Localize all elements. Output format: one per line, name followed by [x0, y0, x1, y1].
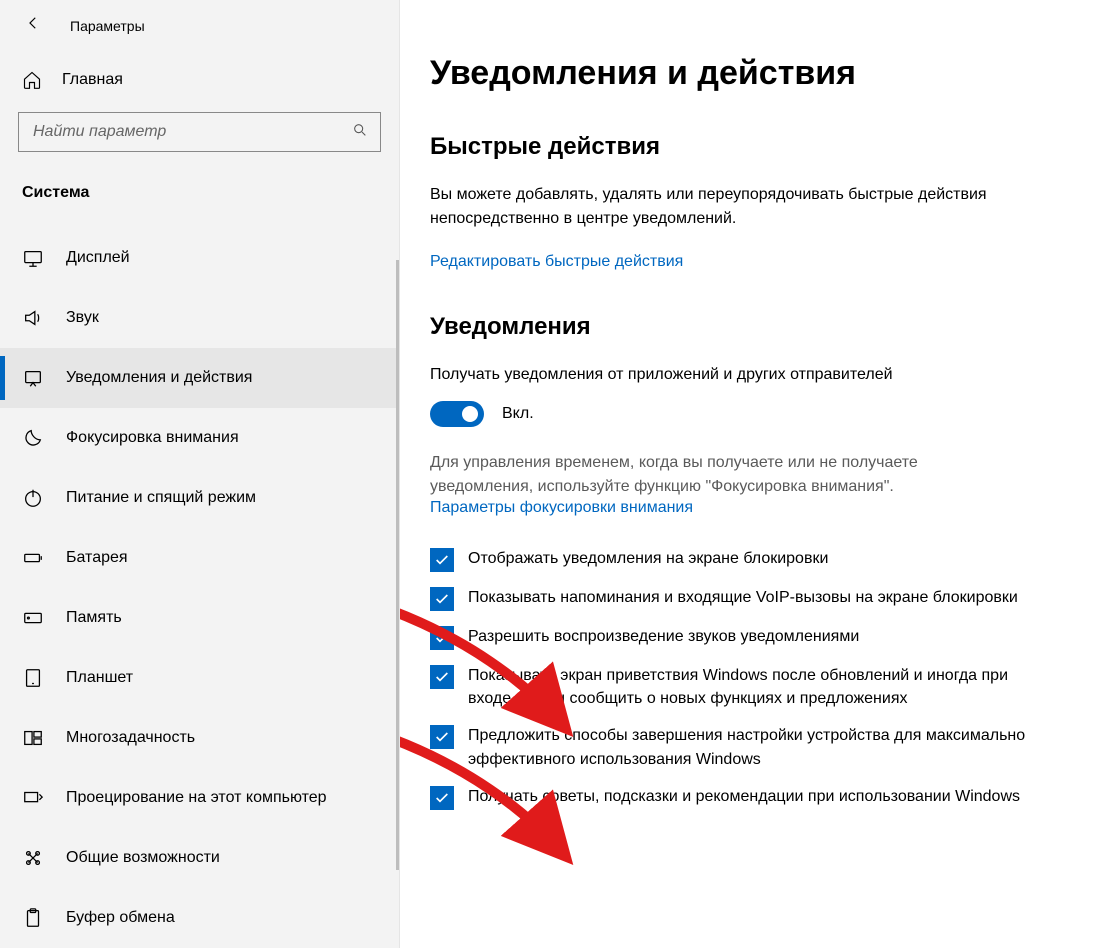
- clipboard-icon: [22, 907, 44, 929]
- notification-check-5[interactable]: Получать советы, подсказки и рекомендаци…: [430, 785, 1075, 810]
- sidebar-item-clipboard[interactable]: Буфер обмена: [0, 888, 399, 948]
- notification-check-1[interactable]: Показывать напоминания и входящие VoIP-в…: [430, 586, 1075, 611]
- power-icon: [22, 487, 44, 509]
- main-content: Уведомления и действия Быстрые действия …: [400, 0, 1115, 948]
- sidebar-item-shared[interactable]: Общие возможности: [0, 828, 399, 888]
- notification-check-4[interactable]: Предложить способы завершения настройки …: [430, 724, 1075, 770]
- shared-icon: [22, 847, 44, 869]
- sidebar-item-tablet[interactable]: Планшет: [0, 648, 399, 708]
- checkbox-icon[interactable]: [430, 548, 454, 572]
- focus-assist-link[interactable]: Параметры фокусировки внимания: [430, 499, 693, 516]
- sidebar-item-label: Буфер обмена: [66, 909, 175, 927]
- sidebar-item-label: Память: [66, 609, 122, 627]
- sidebar-item-label: Питание и спящий режим: [66, 489, 256, 507]
- check-label: Предложить способы завершения настройки …: [468, 724, 1028, 770]
- page-title: Уведомления и действия: [430, 54, 1075, 93]
- section-label: Система: [0, 156, 399, 216]
- notifications-toggle[interactable]: [430, 401, 484, 427]
- sidebar-item-focus[interactable]: Фокусировка внимания: [0, 408, 399, 468]
- sidebar-item-display[interactable]: Дисплей: [0, 228, 399, 288]
- notification-check-0[interactable]: Отображать уведомления на экране блокиро…: [430, 547, 1075, 572]
- sidebar-item-multitask[interactable]: Многозадачность: [0, 708, 399, 768]
- sidebar: Параметры Главная Система Дисплей Звук Уве…: [0, 0, 400, 948]
- edit-quick-actions-link[interactable]: Редактировать быстрые действия: [430, 253, 683, 270]
- scrollbar[interactable]: [396, 260, 399, 870]
- sidebar-item-projecting[interactable]: Проецирование на этот компьютер: [0, 768, 399, 828]
- sidebar-item-label: Уведомления и действия: [66, 369, 252, 387]
- sidebar-item-label: Батарея: [66, 549, 128, 567]
- nav-list: Дисплей Звук Уведомления и действия Фокусир…: [0, 228, 399, 948]
- window-title: Параметры: [70, 18, 145, 34]
- notifications-check-list: Отображать уведомления на экране блокиро…: [430, 547, 1075, 810]
- sidebar-item-label: Многозадачность: [66, 729, 195, 747]
- quick-actions-heading: Быстрые действия: [430, 133, 1075, 161]
- notifications-toggle-label: Получать уведомления от приложений и дру…: [430, 363, 1075, 387]
- sidebar-item-label: Дисплей: [66, 249, 130, 267]
- focus-assist-desc: Для управления временем, когда вы получа…: [430, 451, 990, 499]
- search-box[interactable]: [18, 112, 381, 152]
- sidebar-item-sound[interactable]: Звук: [0, 288, 399, 348]
- home-icon: [22, 70, 42, 90]
- check-label: Показывать напоминания и входящие VoIP-в…: [468, 586, 1018, 609]
- storage-icon: [22, 607, 44, 629]
- tablet-icon: [22, 667, 44, 689]
- notifications-icon: [22, 367, 44, 389]
- display-icon: [22, 247, 44, 269]
- sidebar-item-power[interactable]: Питание и спящий режим: [0, 468, 399, 528]
- sidebar-item-label: Фокусировка внимания: [66, 429, 239, 447]
- check-label: Получать советы, подсказки и рекомендаци…: [468, 785, 1020, 808]
- nav-home-label: Главная: [62, 71, 123, 89]
- projecting-icon: [22, 787, 44, 809]
- notification-check-3[interactable]: Показывать экран приветствия Windows пос…: [430, 664, 1075, 710]
- sidebar-item-battery[interactable]: Батарея: [0, 528, 399, 588]
- checkbox-icon[interactable]: [430, 587, 454, 611]
- notification-check-2[interactable]: Разрешить воспроизведение звуков уведомл…: [430, 625, 1075, 650]
- notifications-toggle-state: Вкл.: [502, 405, 534, 423]
- checkbox-icon[interactable]: [430, 626, 454, 650]
- checkbox-icon[interactable]: [430, 786, 454, 810]
- battery-icon: [22, 547, 44, 569]
- sidebar-item-notifications[interactable]: Уведомления и действия: [0, 348, 399, 408]
- sidebar-item-label: Планшет: [66, 669, 133, 687]
- search-input[interactable]: [33, 123, 352, 141]
- checkbox-icon[interactable]: [430, 665, 454, 689]
- check-label: Разрешить воспроизведение звуков уведомл…: [468, 625, 859, 648]
- sidebar-item-label: Звук: [66, 309, 99, 327]
- multitask-icon: [22, 727, 44, 749]
- checkbox-icon[interactable]: [430, 725, 454, 749]
- nav-home[interactable]: Главная: [0, 58, 399, 102]
- sidebar-item-label: Общие возможности: [66, 849, 220, 867]
- sidebar-item-storage[interactable]: Память: [0, 588, 399, 648]
- back-arrow-icon[interactable]: [24, 14, 42, 37]
- search-icon: [352, 122, 368, 143]
- check-label: Показывать экран приветствия Windows пос…: [468, 664, 1028, 710]
- sound-icon: [22, 307, 44, 329]
- notifications-heading: Уведомления: [430, 313, 1075, 341]
- sidebar-item-label: Проецирование на этот компьютер: [66, 789, 327, 807]
- check-label: Отображать уведомления на экране блокиро…: [468, 547, 828, 570]
- quick-actions-desc: Вы можете добавлять, удалять или переупо…: [430, 183, 990, 231]
- focus-icon: [22, 427, 44, 449]
